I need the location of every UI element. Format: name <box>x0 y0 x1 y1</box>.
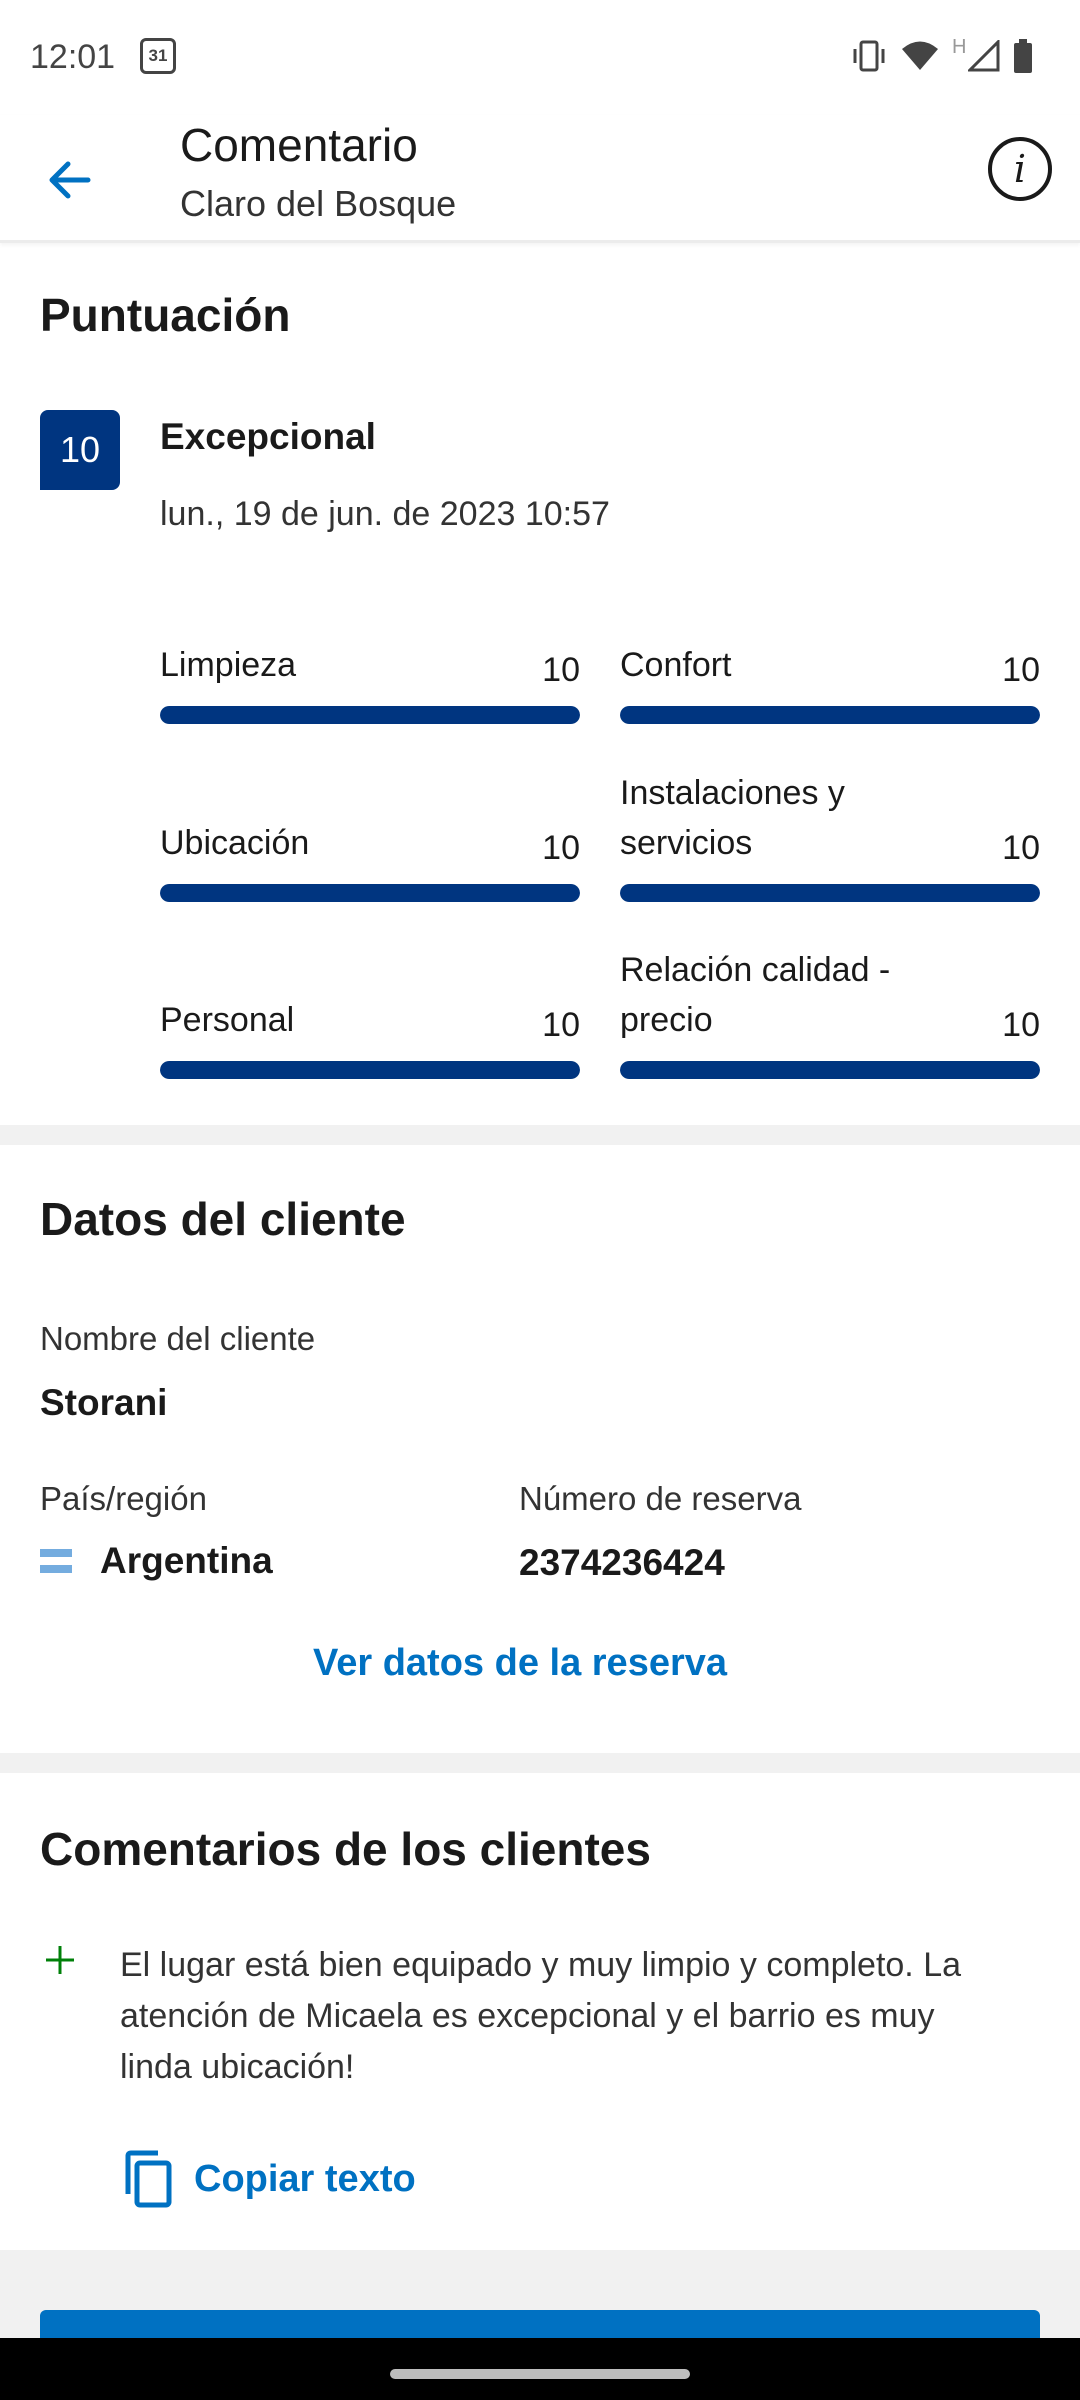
network-type-label: H <box>952 36 967 58</box>
app-bar: Comentario Claro del Bosque i <box>0 115 1080 243</box>
booking-number-label: Número de reserva <box>519 1480 802 1517</box>
client-heading: Datos del cliente <box>40 1193 406 1245</box>
category-facilities: Instalaciones y servicios 10 <box>620 748 1040 902</box>
category-bar <box>160 1061 580 1079</box>
category-comfort: Confort 10 <box>620 600 1040 724</box>
plus-icon <box>46 1946 74 1974</box>
review-date: lun., 19 de jun. de 2023 10:57 <box>160 495 610 533</box>
category-label: Relación calidad - precio <box>620 951 891 1039</box>
category-value: 10 <box>542 1006 580 1044</box>
booking-number: 2374236424 <box>519 1542 725 1583</box>
argentina-flag-icon <box>40 1549 72 1573</box>
back-button[interactable] <box>34 145 104 215</box>
battery-icon <box>1014 39 1033 73</box>
category-bar-fill <box>620 1061 1040 1079</box>
category-bar <box>620 1061 1040 1079</box>
country-label: País/región <box>40 1480 207 1517</box>
category-bar <box>160 706 580 724</box>
category-bar <box>160 884 580 902</box>
category-staff: Personal 10 <box>160 925 580 1079</box>
category-value: 10 <box>1002 829 1040 867</box>
category-label: Confort <box>620 646 732 684</box>
category-value: 10 <box>542 829 580 867</box>
category-label: Ubicación <box>160 824 310 862</box>
category-value: 10 <box>542 651 580 689</box>
client-name: Storani <box>40 1382 168 1423</box>
category-value-for-money: Relación calidad - precio 10 <box>620 925 1040 1079</box>
calendar-icon: 31 <box>140 38 176 74</box>
copy-text-label: Copiar texto <box>194 2157 416 2200</box>
country-row: Argentina <box>40 1540 273 1582</box>
category-bar-fill <box>160 884 580 902</box>
vibrate-icon <box>853 40 885 72</box>
category-label: Limpieza <box>160 646 297 684</box>
status-bar: 12:01 31 H <box>0 0 1080 115</box>
section-divider <box>0 1125 1080 1145</box>
category-bar-fill <box>620 884 1040 902</box>
score-word: Excepcional <box>160 416 376 457</box>
category-cleanliness: Limpieza 10 <box>160 600 580 724</box>
copy-icon <box>125 2150 172 2208</box>
category-bar <box>620 884 1040 902</box>
category-bar-fill <box>160 1061 580 1079</box>
copy-text-button[interactable]: Copiar texto <box>122 2150 416 2208</box>
category-location: Ubicación 10 <box>160 748 580 902</box>
category-bar <box>620 706 1040 724</box>
reviews-heading: Comentarios de los clientes <box>40 1823 651 1875</box>
category-bar-fill <box>620 706 1040 724</box>
category-label: Personal <box>160 1001 295 1039</box>
client-name-label: Nombre del cliente <box>40 1320 316 1357</box>
info-button[interactable]: i <box>988 137 1052 201</box>
home-gesture-handle[interactable] <box>390 2369 690 2379</box>
positive-review-text: El lugar está bien equipado y muy limpio… <box>120 1946 962 2086</box>
status-icons: H <box>850 36 1034 76</box>
status-time: 12:01 <box>30 38 116 76</box>
property-name: Claro del Bosque <box>180 183 457 224</box>
view-booking-link[interactable]: Ver datos de la reserva <box>0 1642 1040 1685</box>
category-label: Instalaciones y servicios <box>620 774 845 862</box>
category-value: 10 <box>1002 651 1040 689</box>
country-value: Argentina <box>100 1540 273 1581</box>
score-heading: Puntuación <box>40 289 291 341</box>
info-icon: i <box>1013 147 1027 191</box>
wifi-icon <box>902 41 938 70</box>
category-value: 10 <box>1002 1006 1040 1044</box>
arrow-left-icon <box>49 161 91 199</box>
signal-icon <box>968 40 1000 72</box>
page-title: Comentario <box>180 119 418 171</box>
category-bar-fill <box>160 706 580 724</box>
score-badge: 10 <box>40 410 120 490</box>
section-divider <box>0 1753 1080 1773</box>
